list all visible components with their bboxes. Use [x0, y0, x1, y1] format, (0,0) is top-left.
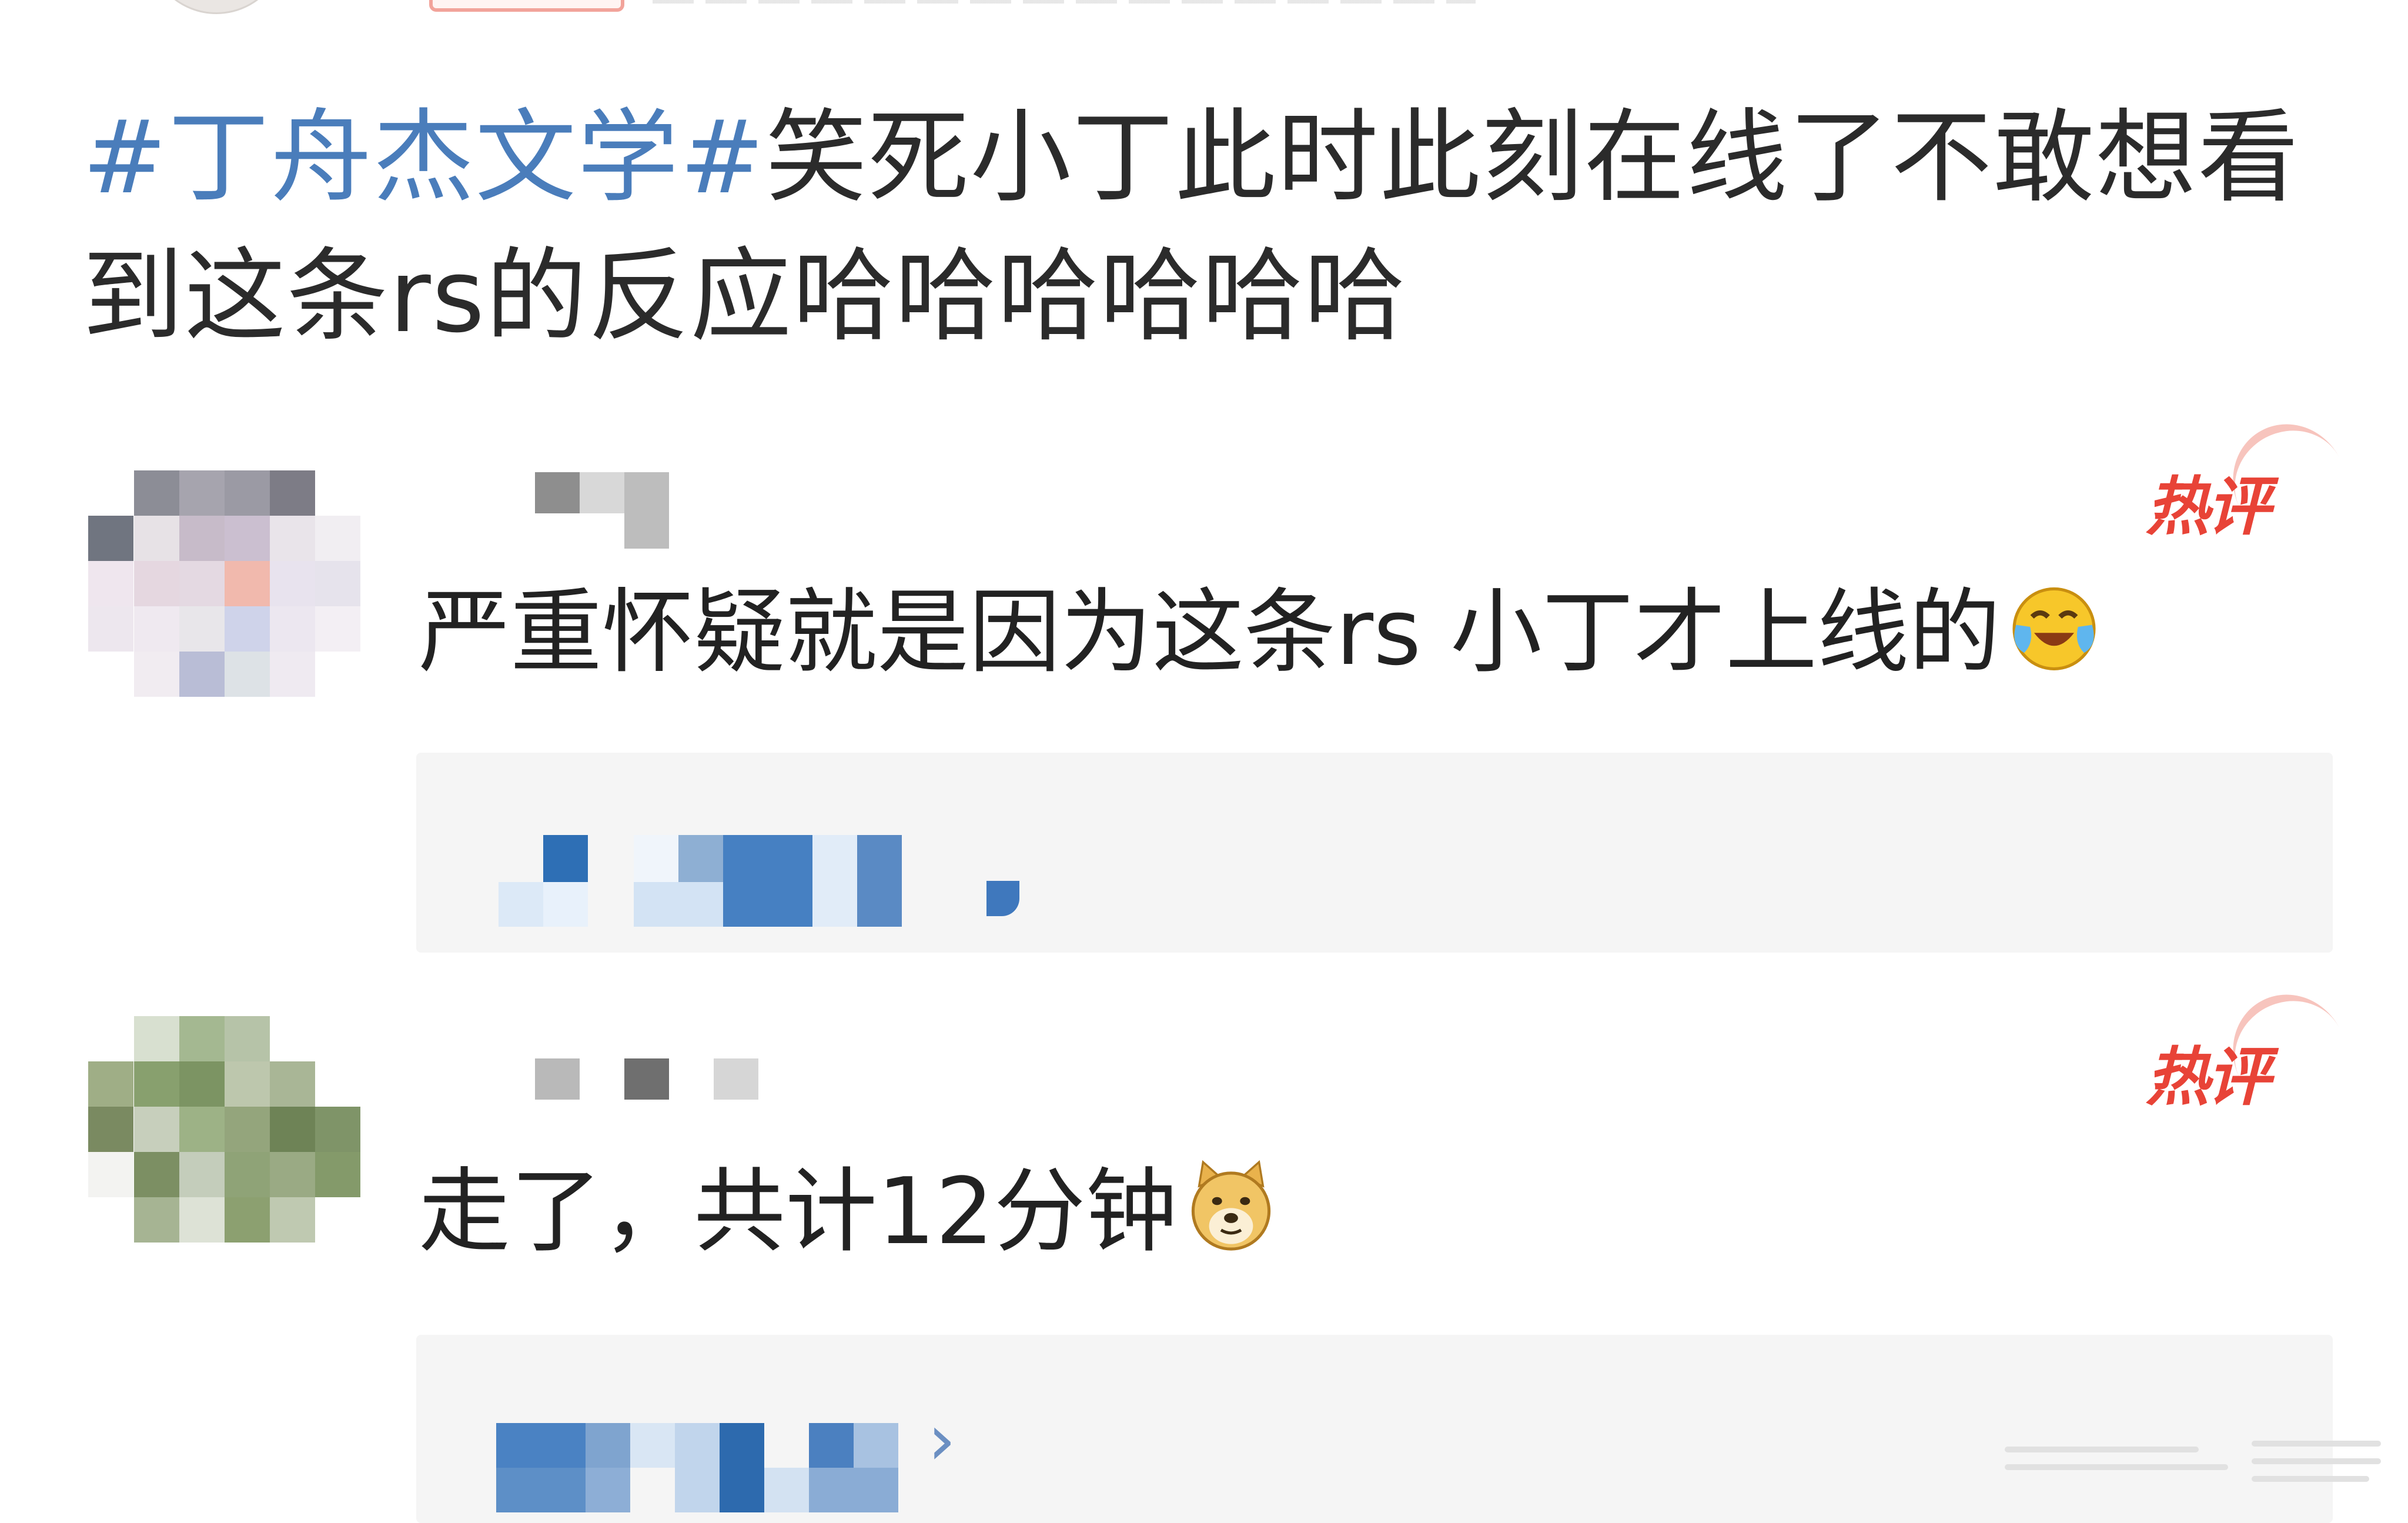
commenter-avatar[interactable]: [88, 1016, 364, 1251]
doge-emoji-icon: [1191, 1160, 1270, 1251]
hot-comment-badge: 热评: [2146, 974, 2367, 1133]
post-header-cutoff: [0, 0, 2408, 24]
chevron-right-icon[interactable]: ›: [928, 1400, 956, 1481]
post-author-avatar[interactable]: [147, 0, 286, 14]
commenter-username-blurred[interactable]: [535, 472, 688, 549]
commenter-avatar[interactable]: [88, 470, 364, 706]
hot-comment-badge: 热评: [2146, 404, 2367, 563]
watermark: [2005, 1435, 2387, 1488]
hot-comment-label: 热评: [2146, 1041, 2270, 1114]
post-hashtag[interactable]: #丁舟杰文学#: [82, 98, 765, 216]
post-text: #丁舟杰文学#笑死小丁此时此刻在线了不敢想看到这条rs的反应哈哈哈哈哈哈: [82, 88, 2352, 366]
comment-text: 严重怀疑就是因为这条rs 小丁才上线的: [419, 573, 2104, 691]
reply-preview-box[interactable]: ›: [416, 1335, 2333, 1523]
author-badge: [429, 0, 624, 12]
hot-comment-label: 热评: [2146, 470, 2270, 544]
comment-text: 走了，共计12分钟: [419, 1153, 1281, 1270]
laughing-crying-emoji-icon: [2012, 587, 2096, 670]
reply-preview-box[interactable]: [416, 753, 2333, 953]
post-meta-blurred: [653, 0, 1476, 4]
commenter-username-blurred[interactable]: [535, 1058, 758, 1105]
